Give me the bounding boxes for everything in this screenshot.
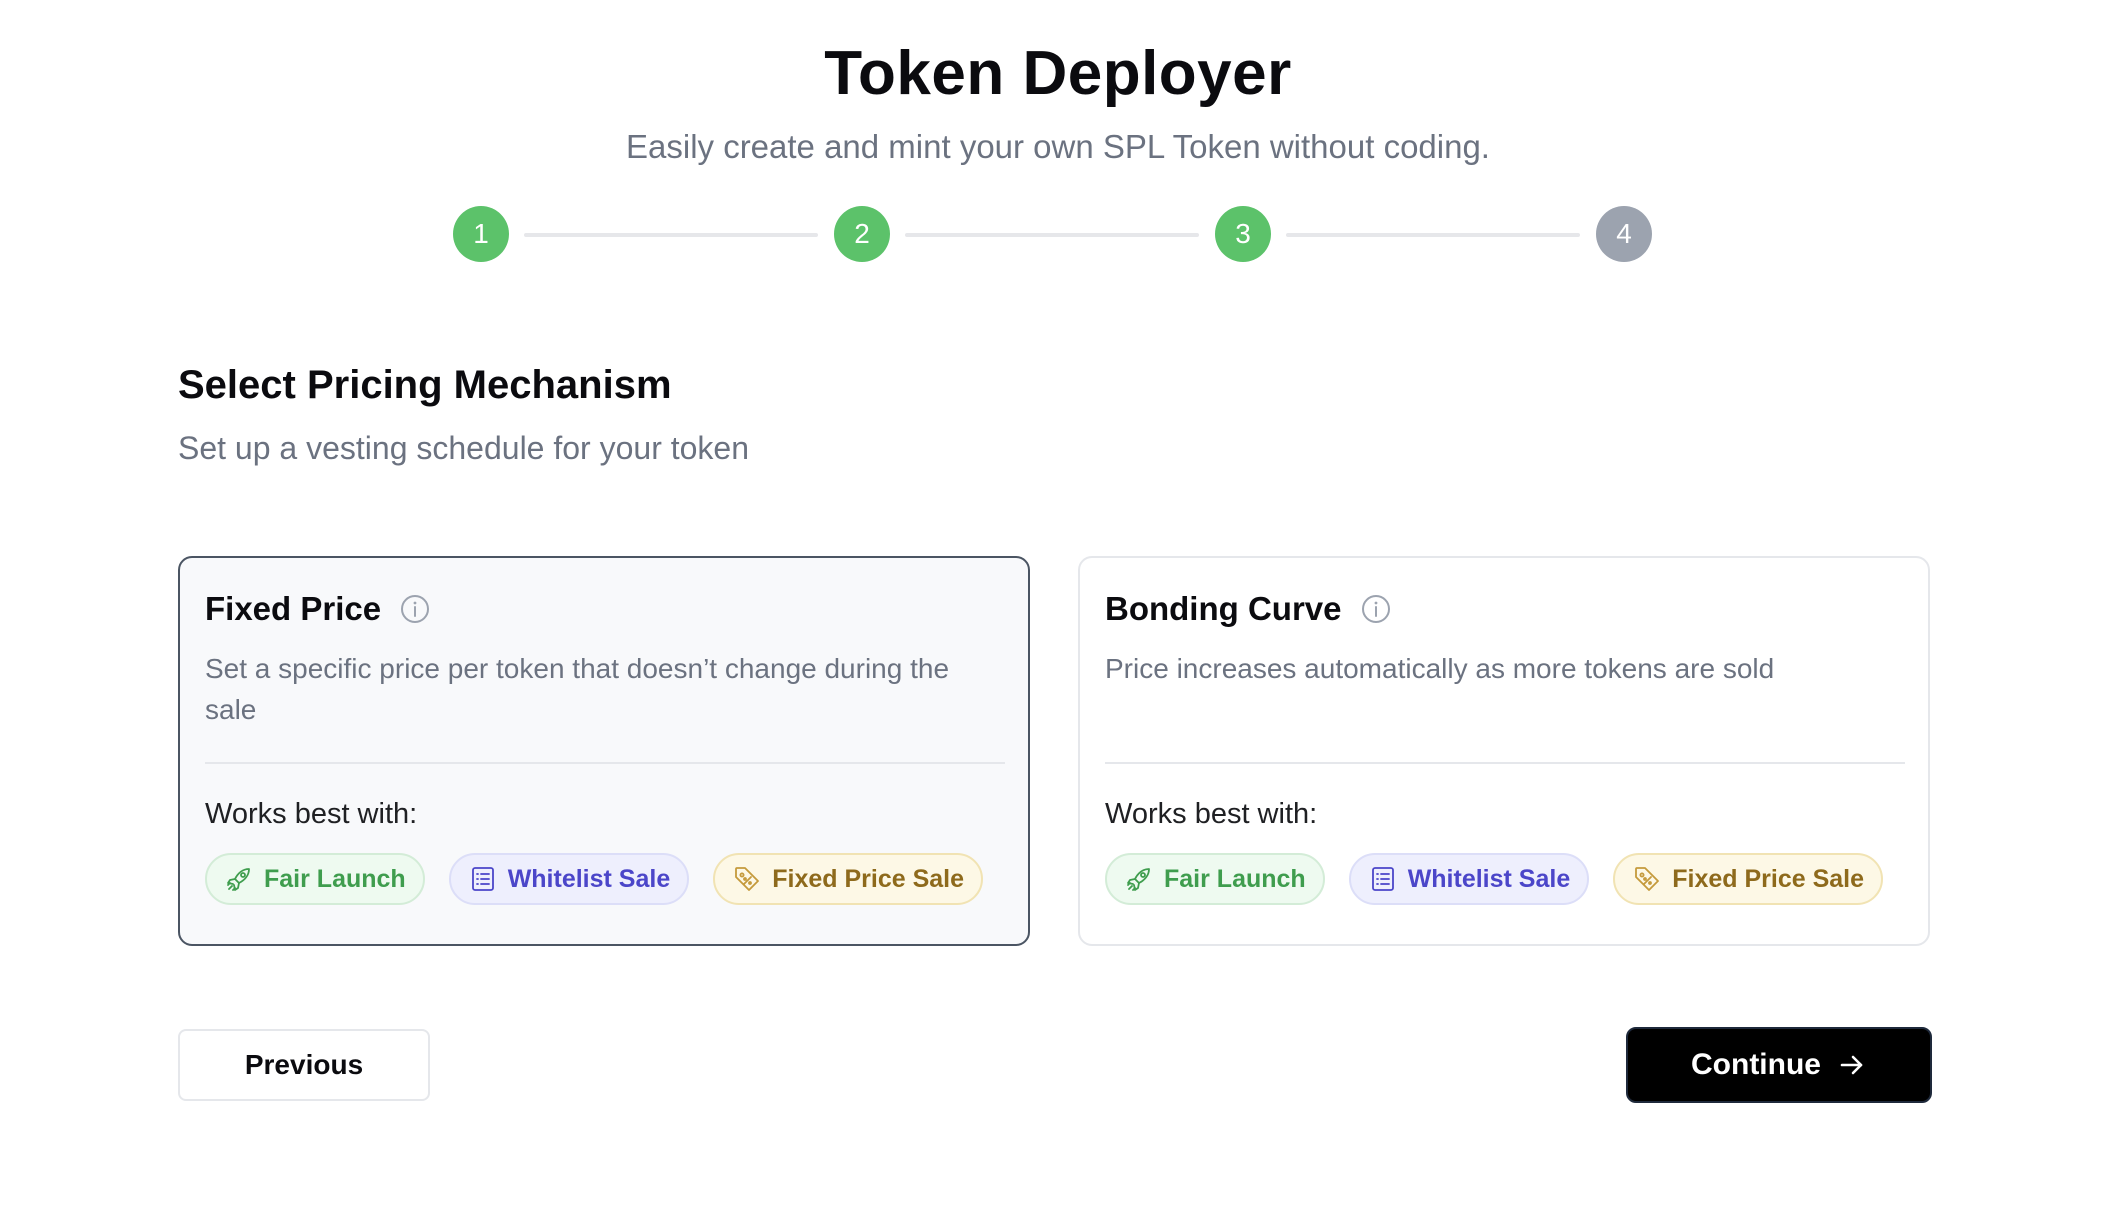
- tag-fair-launch: Fair Launch: [205, 853, 425, 905]
- continue-button-label: Continue: [1691, 1048, 1821, 1081]
- step-4: 4: [1596, 206, 1652, 262]
- card-title: Bonding Curve: [1105, 590, 1342, 627]
- step-3: 3: [1215, 206, 1271, 262]
- works-best-label: Works best with:: [1105, 798, 1318, 830]
- card-title: Fixed Price: [205, 590, 382, 627]
- tag-label: Fair Launch: [264, 864, 406, 893]
- card-header: Fixed Price: [205, 590, 431, 628]
- step-connector-1: [524, 233, 818, 237]
- card-description: Set a specific price per token that does…: [205, 653, 950, 725]
- step-3-number: 3: [1235, 218, 1251, 249]
- price-tag-icon: [1635, 867, 1660, 891]
- list-icon: [1371, 867, 1394, 891]
- info-icon[interactable]: [1360, 593, 1392, 625]
- previous-button-label: Previous: [244, 1049, 364, 1080]
- section-title: Select Pricing Mechanism: [178, 363, 672, 407]
- tag-label: Whitelist Sale: [1407, 864, 1571, 893]
- step-2: 2: [834, 206, 890, 262]
- previous-button[interactable]: Previous: [178, 1029, 430, 1101]
- step-1: 1: [453, 206, 509, 262]
- continue-button[interactable]: Continue: [1626, 1027, 1932, 1103]
- step-4-number: 4: [1616, 218, 1632, 249]
- tag-label: Whitelist Sale: [507, 864, 671, 893]
- rocket-icon: [1127, 868, 1150, 891]
- tag-fair-launch: Fair Launch: [1105, 853, 1325, 905]
- step-connector-2: [905, 233, 1199, 237]
- option-card-fixed-price[interactable]: Fixed Price Set a specific price per tok…: [178, 556, 1030, 946]
- tag-fixed-price-sale: Fixed Price Sale: [713, 853, 984, 905]
- card-divider: [1105, 762, 1905, 764]
- works-best-label: Works best with:: [205, 798, 418, 830]
- card-header: Bonding Curve: [1105, 590, 1392, 628]
- step-1-number: 1: [473, 218, 489, 249]
- tag-label: Fixed Price Sale: [1672, 864, 1865, 893]
- tag-label: Fair Launch: [1164, 864, 1306, 893]
- tag-list: Fair Launch Whitelist Sale Fixed Price S…: [205, 853, 984, 905]
- card-description: Price increases automatically as more to…: [1105, 653, 1775, 684]
- section-subtitle: Set up a vesting schedule for your token: [178, 430, 750, 466]
- tag-whitelist-sale: Whitelist Sale: [448, 853, 690, 905]
- tag-whitelist-sale: Whitelist Sale: [1348, 853, 1590, 905]
- page-title: Token Deployer: [824, 39, 1292, 108]
- card-divider: [205, 762, 1005, 764]
- rocket-icon: [227, 868, 250, 891]
- page-subtitle: Easily create and mint your own SPL Toke…: [626, 128, 1490, 165]
- price-tag-icon: [735, 867, 760, 891]
- info-icon[interactable]: [399, 593, 431, 625]
- tag-list: Fair Launch Whitelist Sale Fixed Price S…: [1105, 853, 1884, 905]
- progress-stepper: 1 2 3 4: [453, 206, 1655, 262]
- step-2-number: 2: [854, 218, 870, 249]
- token-deployer-page: Token Deployer Easily create and mint yo…: [0, 0, 2116, 1220]
- option-card-bonding-curve[interactable]: Bonding Curve Price increases automatica…: [1078, 556, 1930, 946]
- arrow-right-icon: [1840, 1055, 1863, 1075]
- list-icon: [471, 867, 494, 891]
- tag-fixed-price-sale: Fixed Price Sale: [1613, 853, 1884, 905]
- tag-label: Fixed Price Sale: [772, 864, 965, 893]
- step-connector-3: [1286, 233, 1580, 237]
